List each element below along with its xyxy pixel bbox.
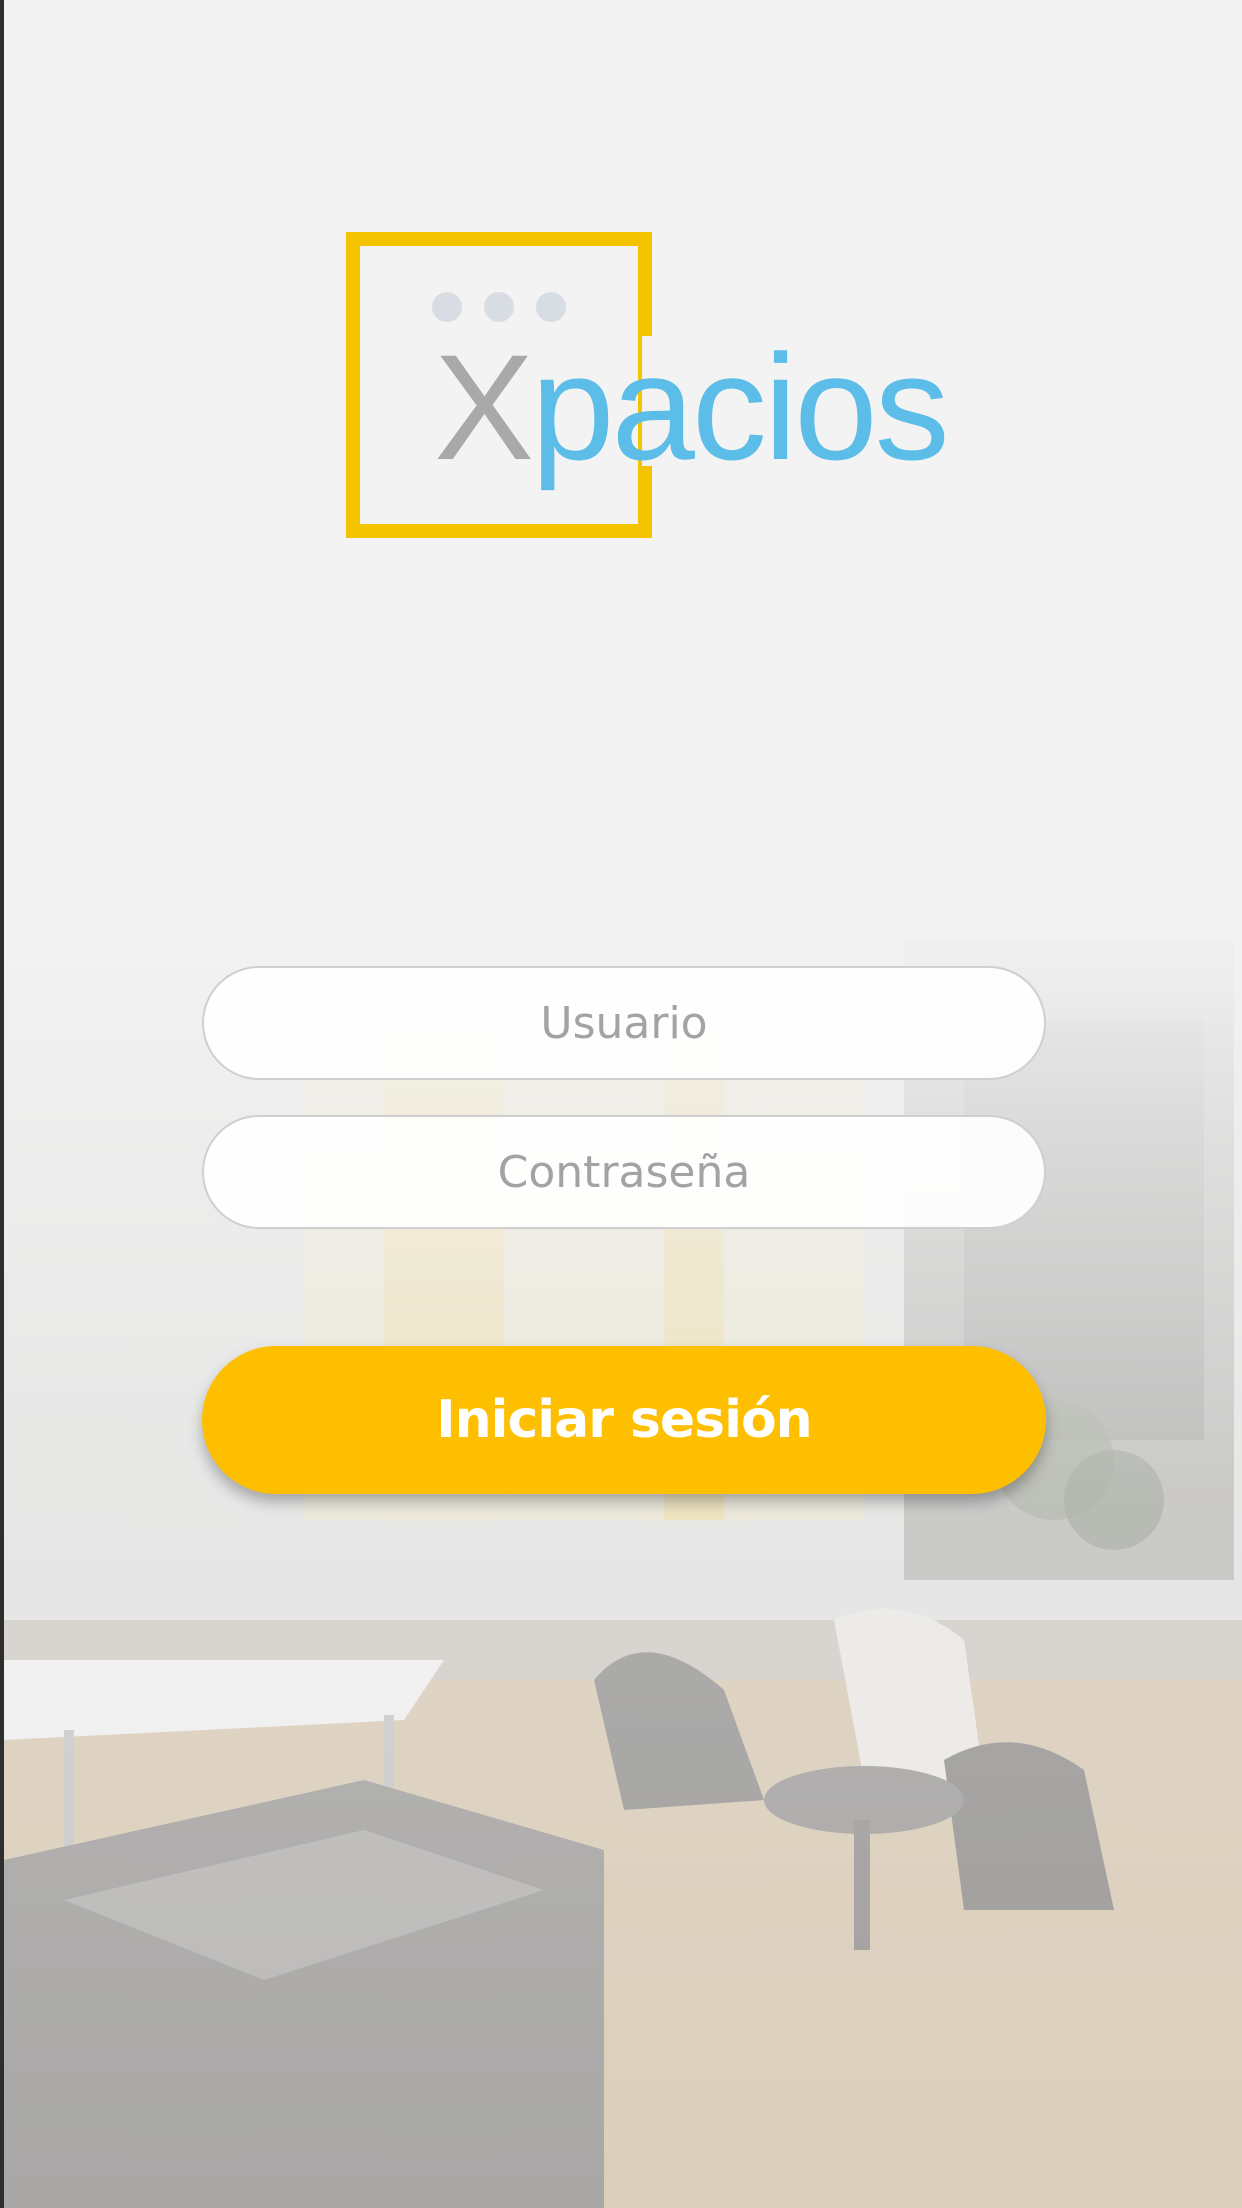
xpacios-logo: Xpacios — [346, 232, 950, 542]
login-screen: Xpacios Iniciar sesión — [0, 0, 1242, 2208]
username-input[interactable] — [202, 966, 1046, 1080]
logo-letter-x: X — [434, 323, 534, 491]
password-input[interactable] — [202, 1115, 1046, 1229]
logo-dots-icon — [432, 292, 566, 322]
logo-dot — [484, 292, 514, 322]
logo-dot — [536, 292, 566, 322]
background-fade-overlay — [4, 900, 1242, 2208]
login-button[interactable]: Iniciar sesión — [202, 1346, 1046, 1494]
office-background-image — [4, 900, 1242, 2208]
logo-wordmark: Xpacios — [434, 332, 950, 482]
logo-dot — [432, 292, 462, 322]
logo-word-rest: pacios — [531, 323, 950, 491]
